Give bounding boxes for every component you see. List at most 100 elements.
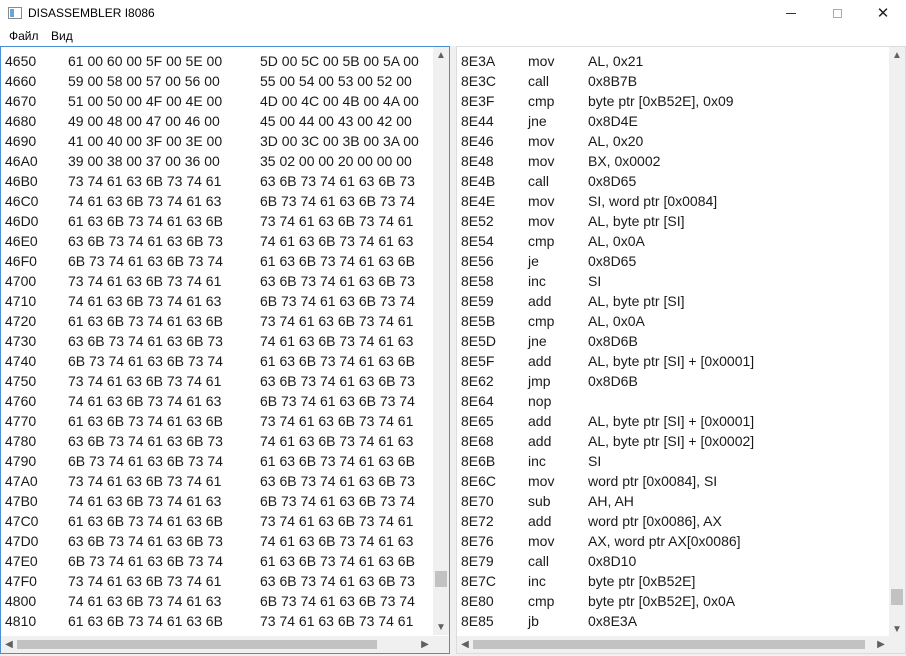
asm-row[interactable]: 8E56 je 0x8D65 (457, 251, 889, 271)
asm-row[interactable]: 8E6B inc SI (457, 451, 889, 471)
hex-horizontal-scroll-thumb[interactable] (17, 640, 377, 649)
hex-row[interactable]: 4710 74 61 63 6B 73 74 61 63 6B 73 74 61 6… (1, 291, 433, 311)
asm-row[interactable]: 8E5B cmp AL, 0x0A (457, 311, 889, 331)
close-button[interactable]: ✕ (860, 0, 906, 27)
title-bar[interactable]: DISASSEMBLER I8086 ✕ (0, 0, 906, 27)
scroll-down-arrow-icon[interactable]: ▼ (433, 619, 449, 635)
asm-row[interactable]: 8E58 inc SI (457, 271, 889, 291)
hex-bytes-low: 6B 73 74 61 63 6B 73 74 (68, 253, 223, 269)
asm-mnemonic: jb (528, 613, 539, 629)
asm-row[interactable]: 8E3A mov AL, 0x21 (457, 51, 889, 71)
hex-horizontal-scrollbar[interactable]: ◀ ▶ (1, 636, 433, 653)
asm-row[interactable]: 8E72 add word ptr [0x0086], AX (457, 511, 889, 531)
asm-row[interactable]: 8E76 mov AX, word ptr AX[0x0086] (457, 531, 889, 551)
hex-address: 47D0 (5, 533, 39, 549)
asm-row[interactable]: 8E59 add AL, byte ptr [SI] (457, 291, 889, 311)
hex-row[interactable]: 47F0 73 74 61 63 6B 73 74 61 63 6B 73 74 6… (1, 571, 433, 591)
hex-row[interactable]: 47B0 74 61 63 6B 73 74 61 63 6B 73 74 61 6… (1, 491, 433, 511)
asm-row[interactable]: 8E7C inc byte ptr [0xB52E] (457, 571, 889, 591)
hex-row[interactable]: 4810 61 63 6B 73 74 61 63 6B 73 74 61 63 6… (1, 611, 433, 631)
hex-row[interactable]: 47D0 63 6B 73 74 61 63 6B 73 74 61 63 6B 7… (1, 531, 433, 551)
asm-row[interactable]: 8E4E mov SI, word ptr [0x0084] (457, 191, 889, 211)
asm-row[interactable]: 8E80 cmp byte ptr [0xB52E], 0x0A (457, 591, 889, 611)
hex-row[interactable]: 4760 74 61 63 6B 73 74 61 63 6B 73 74 61 6… (1, 391, 433, 411)
scroll-up-arrow-icon[interactable]: ▲ (433, 47, 449, 63)
hex-bytes-low: 63 6B 73 74 61 63 6B 73 (68, 233, 223, 249)
asm-row[interactable]: 8E3F cmp byte ptr [0xB52E], 0x09 (457, 91, 889, 111)
hex-bytes-low: 61 63 6B 73 74 61 63 6B (68, 613, 223, 629)
asm-row[interactable]: 8E79 call 0x8D10 (457, 551, 889, 571)
asm-row[interactable]: 8E85 jb 0x8E3A (457, 611, 889, 631)
hex-row[interactable]: 46F0 6B 73 74 61 63 6B 73 74 61 63 6B 73 7… (1, 251, 433, 271)
hex-row[interactable]: 46A0 39 00 38 00 37 00 36 00 35 02 00 00 2… (1, 151, 433, 171)
scroll-right-arrow-icon[interactable]: ▶ (417, 636, 433, 653)
hex-row[interactable]: 4660 59 00 58 00 57 00 56 00 55 00 54 00 5… (1, 71, 433, 91)
hex-bytes-high: 6B 73 74 61 63 6B 73 74 (260, 593, 415, 609)
scroll-up-arrow-icon[interactable]: ▲ (889, 47, 905, 63)
asm-row[interactable]: 8E62 jmp 0x8D6B (457, 371, 889, 391)
hex-row[interactable]: 4750 73 74 61 63 6B 73 74 61 63 6B 73 74 6… (1, 371, 433, 391)
maximize-button[interactable] (814, 0, 860, 27)
hex-bytes-low: 6B 73 74 61 63 6B 73 74 (68, 553, 223, 569)
hex-row[interactable]: 46D0 61 63 6B 73 74 61 63 6B 73 74 61 63 6… (1, 211, 433, 231)
hex-row[interactable]: 47E0 6B 73 74 61 63 6B 73 74 61 63 6B 73 7… (1, 551, 433, 571)
hex-row[interactable]: 4770 61 63 6B 73 74 61 63 6B 73 74 61 63 6… (1, 411, 433, 431)
hex-dump-pane[interactable]: 4650 61 00 60 00 5F 00 5E 00 5D 00 5C 00 5… (0, 46, 450, 654)
asm-row[interactable]: 8E54 cmp AL, 0x0A (457, 231, 889, 251)
asm-vertical-scrollbar[interactable]: ▲ ▼ (889, 47, 905, 637)
asm-row[interactable]: 8E70 sub AH, AH (457, 491, 889, 511)
asm-row[interactable]: 8E4B call 0x8D65 (457, 171, 889, 191)
menu-file[interactable]: Файл (9, 29, 39, 43)
hex-row[interactable]: 47C0 61 63 6B 73 74 61 63 6B 73 74 61 63 6… (1, 511, 433, 531)
hex-row[interactable]: 4700 73 74 61 63 6B 73 74 61 63 6B 73 74 6… (1, 271, 433, 291)
hex-row[interactable]: 4720 61 63 6B 73 74 61 63 6B 73 74 61 63 6… (1, 311, 433, 331)
asm-row[interactable]: 8E65 add AL, byte ptr [SI] + [0x0001] (457, 411, 889, 431)
asm-row[interactable]: 8E5F add AL, byte ptr [SI] + [0x0001] (457, 351, 889, 371)
asm-operands: 0x8D6B (588, 373, 638, 389)
asm-row[interactable]: 8E64 nop (457, 391, 889, 411)
scroll-right-arrow-icon[interactable]: ▶ (873, 636, 889, 653)
hex-row[interactable]: 4740 6B 73 74 61 63 6B 73 74 61 63 6B 73 7… (1, 351, 433, 371)
hex-row[interactable]: 4780 63 6B 73 74 61 63 6B 73 74 61 63 6B 7… (1, 431, 433, 451)
scroll-left-arrow-icon[interactable]: ◀ (1, 636, 17, 653)
hex-row[interactable]: 4790 6B 73 74 61 63 6B 73 74 61 63 6B 73 7… (1, 451, 433, 471)
scroll-left-arrow-icon[interactable]: ◀ (457, 636, 473, 653)
scroll-down-arrow-icon[interactable]: ▼ (889, 621, 905, 637)
asm-row[interactable]: 8E46 mov AL, 0x20 (457, 131, 889, 151)
hex-bytes-low: 39 00 38 00 37 00 36 00 (68, 153, 220, 169)
hex-row[interactable]: 4670 51 00 50 00 4F 00 4E 00 4D 00 4C 00 4… (1, 91, 433, 111)
asm-horizontal-scroll-thumb[interactable] (473, 640, 865, 649)
asm-row[interactable]: 8E6C mov word ptr [0x0084], SI (457, 471, 889, 491)
asm-row[interactable]: 8E68 add AL, byte ptr [SI] + [0x0002] (457, 431, 889, 451)
asm-mnemonic: add (528, 433, 552, 449)
menu-view[interactable]: Вид (51, 29, 73, 43)
hex-row[interactable]: 4730 63 6B 73 74 61 63 6B 73 74 61 63 6B 7… (1, 331, 433, 351)
asm-mnemonic: add (528, 293, 552, 309)
asm-row[interactable]: 8E5D jne 0x8D6B (457, 331, 889, 351)
disassembly-pane[interactable]: 8E3A mov AL, 0x21 8E3C call 0x8B7B 8E3F cmp byte… (456, 46, 906, 654)
hex-row[interactable]: 4680 49 00 48 00 47 00 46 00 45 00 44 00 4… (1, 111, 433, 131)
asm-horizontal-scrollbar[interactable]: ◀ ▶ (457, 636, 889, 653)
hex-row[interactable]: 46E0 63 6B 73 74 61 63 6B 73 74 61 63 6B 7… (1, 231, 433, 251)
hex-row[interactable]: 46B0 73 74 61 63 6B 73 74 61 63 6B 73 74 6… (1, 171, 433, 191)
hex-row[interactable]: 4690 41 00 40 00 3F 00 3E 00 3D 00 3C 00 3… (1, 131, 433, 151)
minimize-button[interactable] (768, 0, 814, 27)
hex-bytes-low: 61 00 60 00 5F 00 5E 00 (68, 53, 223, 69)
asm-mnemonic: inc (528, 453, 546, 469)
asm-row[interactable]: 8E44 jne 0x8D4E (457, 111, 889, 131)
asm-row[interactable]: 8E3C call 0x8B7B (457, 71, 889, 91)
asm-operands: AH, AH (588, 493, 634, 509)
hex-address: 46C0 (5, 193, 39, 209)
hex-row[interactable]: 46C0 74 61 63 6B 73 74 61 63 6B 73 74 61 6… (1, 191, 433, 211)
hex-row[interactable]: 4800 74 61 63 6B 73 74 61 63 6B 73 74 61 6… (1, 591, 433, 611)
asm-vertical-scroll-thumb[interactable] (891, 589, 903, 605)
hex-row[interactable]: 4650 61 00 60 00 5F 00 5E 00 5D 00 5C 00 5… (1, 51, 433, 71)
asm-row[interactable]: 8E52 mov AL, byte ptr [SI] (457, 211, 889, 231)
hex-vertical-scrollbar[interactable]: ▲ ▼ (433, 47, 449, 635)
hex-row[interactable]: 47A0 73 74 61 63 6B 73 74 61 63 6B 73 74 6… (1, 471, 433, 491)
asm-address: 8E80 (461, 593, 494, 609)
hex-vertical-scroll-thumb[interactable] (435, 571, 447, 587)
hex-bytes-low: 49 00 48 00 47 00 46 00 (68, 113, 220, 129)
asm-row[interactable]: 8E48 mov BX, 0x0002 (457, 151, 889, 171)
asm-address: 8E3F (461, 93, 495, 109)
